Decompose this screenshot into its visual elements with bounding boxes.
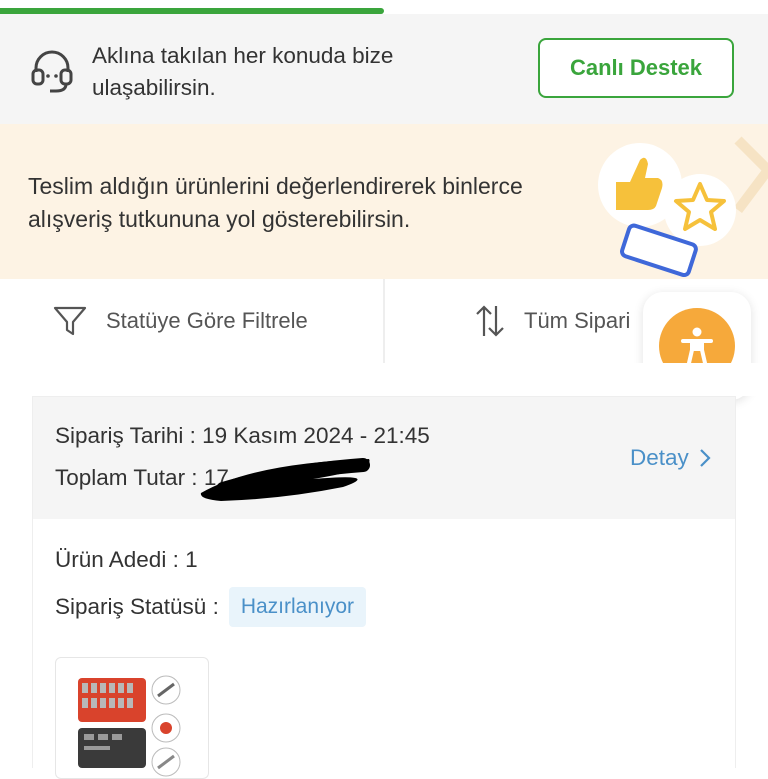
redaction-scribble (200, 458, 370, 501)
support-text: Aklına takılan her konuda bize ulaşabili… (92, 43, 394, 100)
sort-button[interactable]: Tüm Sipari (474, 279, 644, 363)
spacer (0, 363, 768, 396)
order-total-label: Toplam Tutar : (55, 465, 198, 490)
status-badge: Hazırlanıyor (228, 587, 367, 627)
filter-divider (383, 279, 385, 363)
order-status-row: Sipariş Statüsü : Hazırlanıyor (55, 587, 367, 627)
review-banner[interactable]: Teslim aldığın ürünlerini değerlendirere… (0, 124, 768, 279)
order-date: Sipariş Tarihi : 19 Kasım 2024 - 21:45 (55, 423, 430, 448)
live-support-button[interactable]: Canlı Destek (538, 38, 734, 98)
status-filter-button[interactable]: Statüye Göre Filtrele (52, 279, 308, 363)
review-illustration-icon (598, 136, 768, 278)
product-image (78, 675, 181, 777)
progress-strip (0, 0, 768, 14)
chevron-right-icon (700, 449, 711, 467)
order-header: Sipariş Tarihi : 19 Kasım 2024 - 21:45 T… (33, 397, 735, 519)
status-filter-label: Statüye Göre Filtrele (106, 308, 308, 333)
sort-icon (476, 305, 504, 337)
review-banner-text: Teslim aldığın ürünlerini değerlendirere… (28, 173, 523, 232)
order-status-label: Sipariş Statüsü : (55, 594, 219, 619)
headset-icon (31, 50, 73, 93)
order-detail-label: Detay (630, 445, 689, 470)
sort-label: Tüm Sipari (524, 308, 631, 333)
order-card: Sipariş Tarihi : 19 Kasım 2024 - 21:45 T… (32, 396, 736, 779)
order-item-count: Ürün Adedi : 1 (55, 547, 198, 572)
support-banner: Aklına takılan her konuda bize ulaşabili… (0, 14, 768, 124)
product-thumbnail[interactable] (55, 657, 209, 779)
order-detail-link[interactable]: Detay (630, 445, 711, 471)
filter-icon (53, 306, 87, 336)
